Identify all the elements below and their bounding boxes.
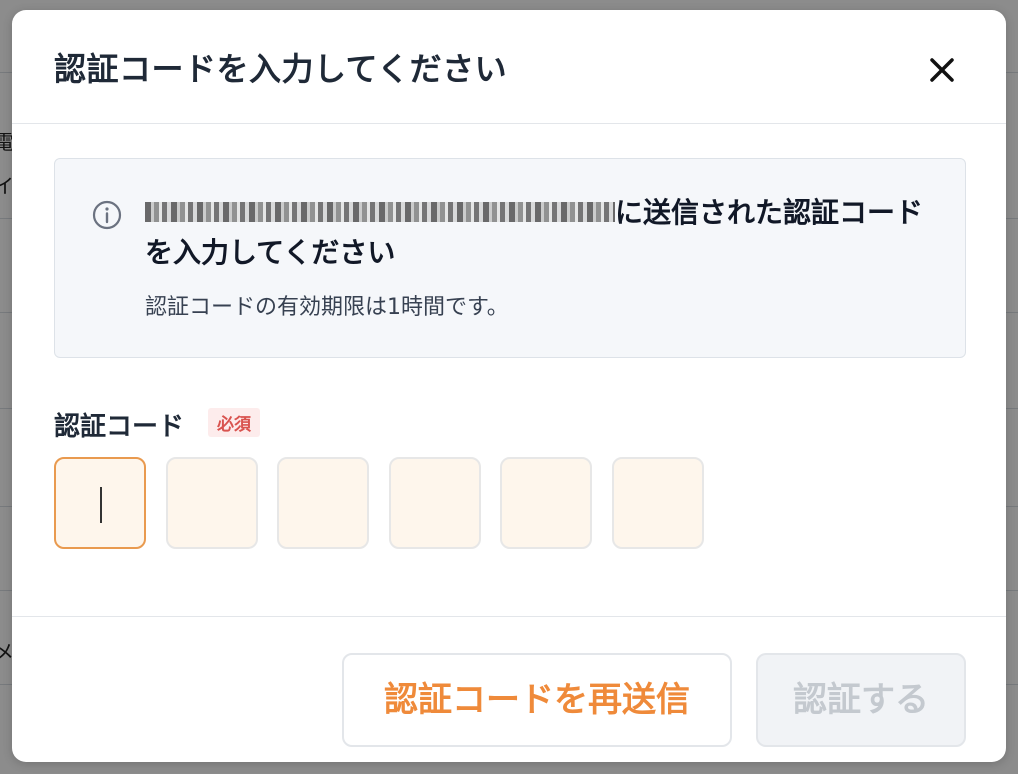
code-digit-input-5[interactable] xyxy=(500,457,592,549)
modal-header: 認証コードを入力してください xyxy=(12,10,1006,124)
verification-code-modal: 認証コードを入力してください に送信された認証コードを入力してください 認証コー… xyxy=(12,10,1006,762)
code-digit-input-1[interactable] xyxy=(54,457,146,549)
modal-title: 認証コードを入力してください xyxy=(54,50,508,88)
required-badge: 必須 xyxy=(208,408,260,437)
code-digit-input-3[interactable] xyxy=(277,457,369,549)
info-message-box: に送信された認証コードを入力してください 認証コードの有効期限は1時間です。 xyxy=(54,158,966,358)
code-digit-input-4[interactable] xyxy=(389,457,481,549)
expiry-note: 認証コードの有効期限は1時間です。 xyxy=(145,295,509,320)
code-field-label: 認証コード xyxy=(54,412,185,442)
info-message: に送信された認証コードを入力してください xyxy=(145,193,935,273)
redacted-email xyxy=(145,202,615,222)
text-caret xyxy=(100,487,102,523)
resend-code-button[interactable]: 認証コードを再送信 xyxy=(342,653,732,747)
info-circle-icon xyxy=(92,200,122,230)
close-icon xyxy=(930,58,954,82)
code-digit-input-6[interactable] xyxy=(612,457,704,549)
code-digit-input-2[interactable] xyxy=(166,457,258,549)
close-button[interactable] xyxy=(920,48,964,92)
modal-footer: 認証コードを再送信 認証する xyxy=(12,616,1006,762)
verify-button[interactable]: 認証する xyxy=(756,653,966,747)
